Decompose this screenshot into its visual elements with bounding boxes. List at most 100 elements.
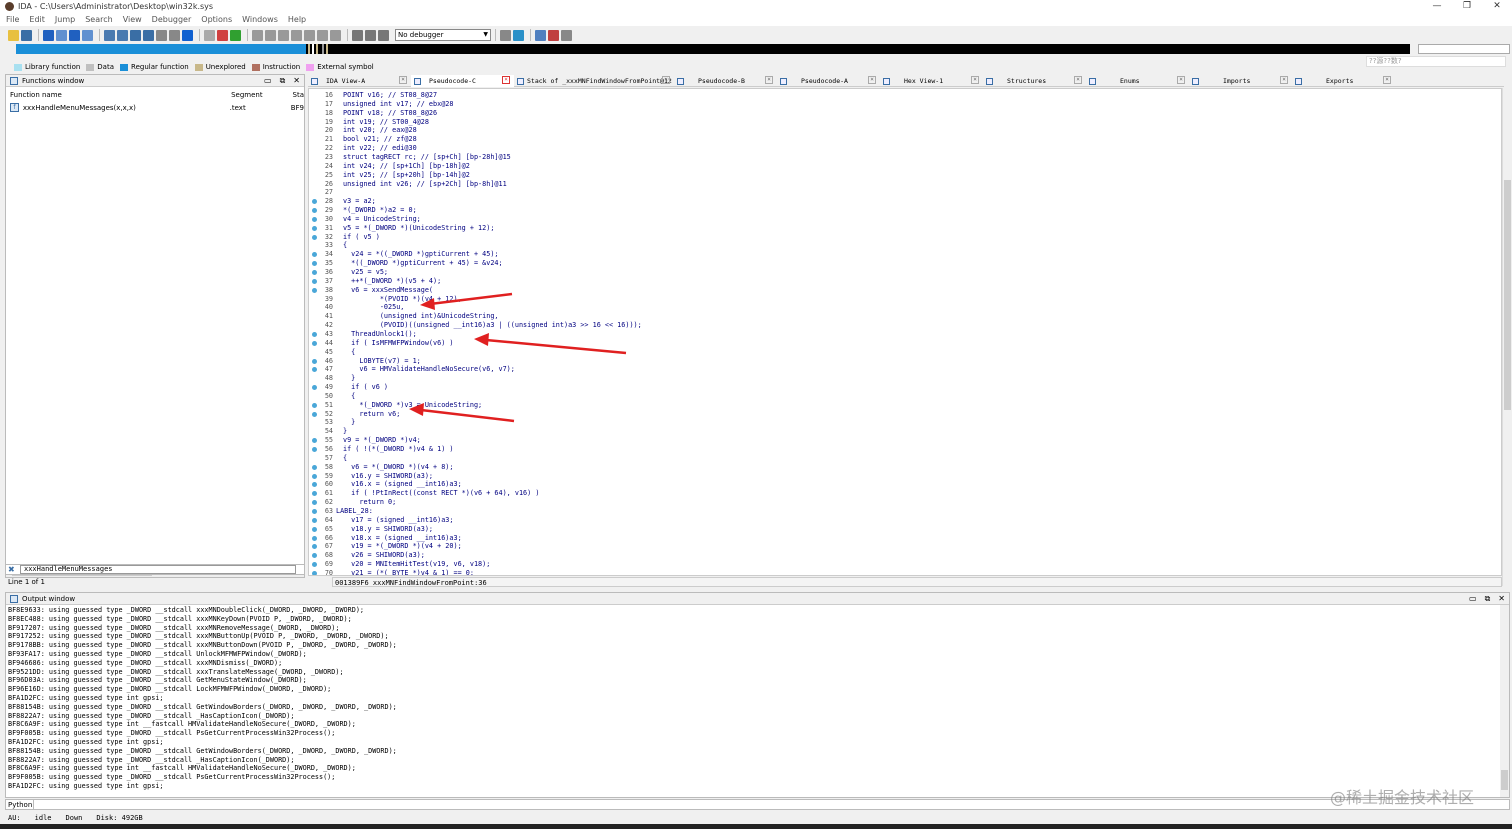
breakpoint-dot-icon[interactable]	[312, 385, 317, 391]
code-line[interactable]: 27	[309, 188, 1489, 197]
restore-panel-icon[interactable]: ▭	[1469, 594, 1477, 604]
code-line[interactable]: 56 if ( !(*(_DWORD *)v4 & 1) )	[309, 445, 1489, 454]
code-line[interactable]: 35 *((_DWORD *)gptiCurrent + 45) = &v24;	[309, 259, 1489, 268]
code-line[interactable]: 69 v20 = MNItemHitTest(v19, v6, v18);	[309, 560, 1489, 569]
breakpoint-dot-icon[interactable]	[312, 216, 317, 222]
breakpoint-dot-icon[interactable]	[312, 358, 317, 364]
tab-close-icon[interactable]: ×	[1074, 76, 1082, 84]
menu-help[interactable]: Help	[288, 15, 306, 24]
menu-windows[interactable]: Windows	[242, 15, 278, 24]
output-log[interactable]: BF8E9633: using guessed type _DWORD __st…	[8, 606, 1488, 796]
forward-arrow-icon[interactable]	[69, 29, 80, 41]
menu-jump[interactable]: Jump	[55, 15, 75, 24]
close-panel-icon[interactable]: ✕	[293, 76, 300, 86]
code-line[interactable]: 16 POINT v16; // ST08_8@27	[309, 91, 1489, 100]
breakpoint-dot-icon[interactable]	[312, 367, 317, 373]
breakpoint-dot-icon[interactable]	[312, 517, 317, 523]
breakpoint-dot-icon[interactable]	[312, 331, 317, 337]
tab-close-icon[interactable]: ×	[1177, 76, 1185, 84]
find-text-icon[interactable]	[169, 29, 180, 41]
breakpoint-dot-icon[interactable]	[312, 570, 317, 575]
tab-hex-view-1[interactable]: Hex View-1 ×	[880, 75, 983, 87]
code-line[interactable]: 50 {	[309, 392, 1489, 401]
restore-panel-icon[interactable]: ▭	[264, 76, 272, 86]
tab-pseudocode-a[interactable]: Pseudocode-A ×	[777, 75, 880, 87]
tab-exports[interactable]: Exports ×	[1292, 75, 1395, 87]
menu-view[interactable]: View	[123, 15, 142, 24]
breakpoint-dot-icon[interactable]	[312, 544, 317, 550]
function-filter-input[interactable]: xxxHandleMenuMessages	[20, 565, 296, 574]
structure-icon[interactable]	[130, 29, 141, 41]
trace-icon[interactable]	[548, 29, 559, 41]
float-panel-icon[interactable]: ⧉	[1485, 594, 1491, 604]
code-line[interactable]: 52 return v6;	[309, 410, 1489, 419]
close-button[interactable]: ✕	[1482, 0, 1512, 13]
breakpoint-dot-icon[interactable]	[312, 447, 317, 452]
debug-options-icon[interactable]	[561, 29, 572, 41]
code-line[interactable]: 58 v6 = *(_DWORD *)(v4 + 8);	[309, 463, 1489, 472]
code-line[interactable]: 24 int v24; // [sp+1Ch] [bp-18h]@2	[309, 162, 1489, 171]
breakpoint-dot-icon[interactable]	[312, 199, 317, 205]
breakpoint-dot-icon[interactable]	[312, 234, 317, 240]
tab-imports[interactable]: Imports ×	[1189, 75, 1292, 87]
tab-close-icon[interactable]: ×	[662, 76, 670, 84]
breakpoint-dot-icon[interactable]	[312, 508, 317, 514]
graph-icon[interactable]	[217, 29, 228, 41]
breakpoint-dot-icon[interactable]	[312, 208, 317, 214]
code-line[interactable]: 33 {	[309, 241, 1489, 250]
forward-dropdown-icon[interactable]	[82, 29, 93, 41]
pause-icon[interactable]	[365, 29, 376, 41]
tab-structures[interactable]: Structures ×	[983, 75, 1086, 87]
breakpoint-dot-icon[interactable]	[312, 438, 317, 444]
python-label[interactable]: Python	[6, 800, 34, 809]
data-icon[interactable]	[265, 29, 276, 41]
tab-stack-frame[interactable]: Stack of _xxxMNFindWindowFromPoint@12 ×	[514, 75, 674, 87]
code-line[interactable]: 29 *(_DWORD *)a2 = 0;	[309, 206, 1489, 215]
open-file-icon[interactable]	[8, 29, 19, 41]
menu-debugger[interactable]: Debugger	[152, 15, 192, 24]
code-line[interactable]: 64 v17 = (signed __int16)a3;	[309, 516, 1489, 525]
code-line[interactable]: 46 LOBYTE(v7) = 1;	[309, 357, 1489, 366]
breakpoint-dot-icon[interactable]	[312, 562, 317, 568]
close-panel-icon[interactable]: ✕	[1498, 594, 1505, 604]
column-function-name[interactable]: Function name	[10, 91, 231, 102]
code-line[interactable]: 36 v25 = v5;	[309, 268, 1489, 277]
code-line[interactable]: 31 v5 = *(_DWORD *)(UnicodeString + 12);	[309, 224, 1489, 233]
code-line[interactable]: 61 if ( !PtInRect((const RECT *)(v6 + 64…	[309, 489, 1489, 498]
pseudocode-vscrollbar[interactable]	[1502, 88, 1511, 586]
code-line[interactable]: 40 -025u,	[309, 303, 1489, 312]
output-vscrollbar[interactable]	[1500, 605, 1509, 797]
code-line[interactable]: 21 bool v21; // zf@28	[309, 135, 1489, 144]
breakpoint-dot-icon[interactable]	[312, 411, 317, 417]
debugger-select[interactable]: No debugger ▼	[395, 29, 491, 41]
code-line[interactable]: 70 v21 = (*(_BYTE *)v4 & 1) == 0;	[309, 569, 1489, 575]
breakpoint-dot-icon[interactable]	[312, 402, 317, 408]
breakpoint-dot-icon[interactable]	[312, 500, 317, 506]
save-icon[interactable]	[21, 29, 32, 41]
breakpoint-dot-icon[interactable]	[312, 287, 317, 293]
code-line[interactable]: 20 int v20; // eax@28	[309, 126, 1489, 135]
code-line[interactable]: 60 v16.x = (signed __int16)a3;	[309, 480, 1489, 489]
breakpoint-dot-icon[interactable]	[312, 473, 317, 479]
filter-close-icon[interactable]: ✖	[8, 565, 15, 574]
menu-edit[interactable]: Edit	[29, 15, 45, 24]
menu-file[interactable]: File	[6, 15, 19, 24]
paste-icon[interactable]	[117, 29, 128, 41]
stop-icon[interactable]	[378, 29, 389, 41]
code-line[interactable]: 25 int v25; // [sp+20h] [bp-14h]@2	[309, 171, 1489, 180]
code-line[interactable]: 63 LABEL_28:	[309, 507, 1489, 516]
navigation-band[interactable]	[16, 44, 1410, 54]
code-line[interactable]: 67 v19 = *(_DWORD *)(v4 + 20);	[309, 542, 1489, 551]
code-line[interactable]: 54}	[309, 427, 1489, 436]
float-panel-icon[interactable]: ⧉	[280, 76, 286, 86]
code-line[interactable]: 17 unsigned int v17; // ebx@28	[309, 100, 1489, 109]
code-line[interactable]: 43 ThreadUnlock1();	[309, 330, 1489, 339]
play-icon[interactable]	[352, 29, 363, 41]
tab-ida-view-a[interactable]: IDA View-A ×	[308, 75, 411, 87]
code-line[interactable]: 51 *(_DWORD *)v3 = UnicodeString;	[309, 401, 1489, 410]
command-input[interactable]	[34, 800, 1509, 809]
breakpoint-dot-icon[interactable]	[312, 261, 317, 267]
menu-options[interactable]: Options	[201, 15, 232, 24]
code-line[interactable]: 53 }	[309, 418, 1489, 427]
enum-icon[interactable]	[143, 29, 154, 41]
